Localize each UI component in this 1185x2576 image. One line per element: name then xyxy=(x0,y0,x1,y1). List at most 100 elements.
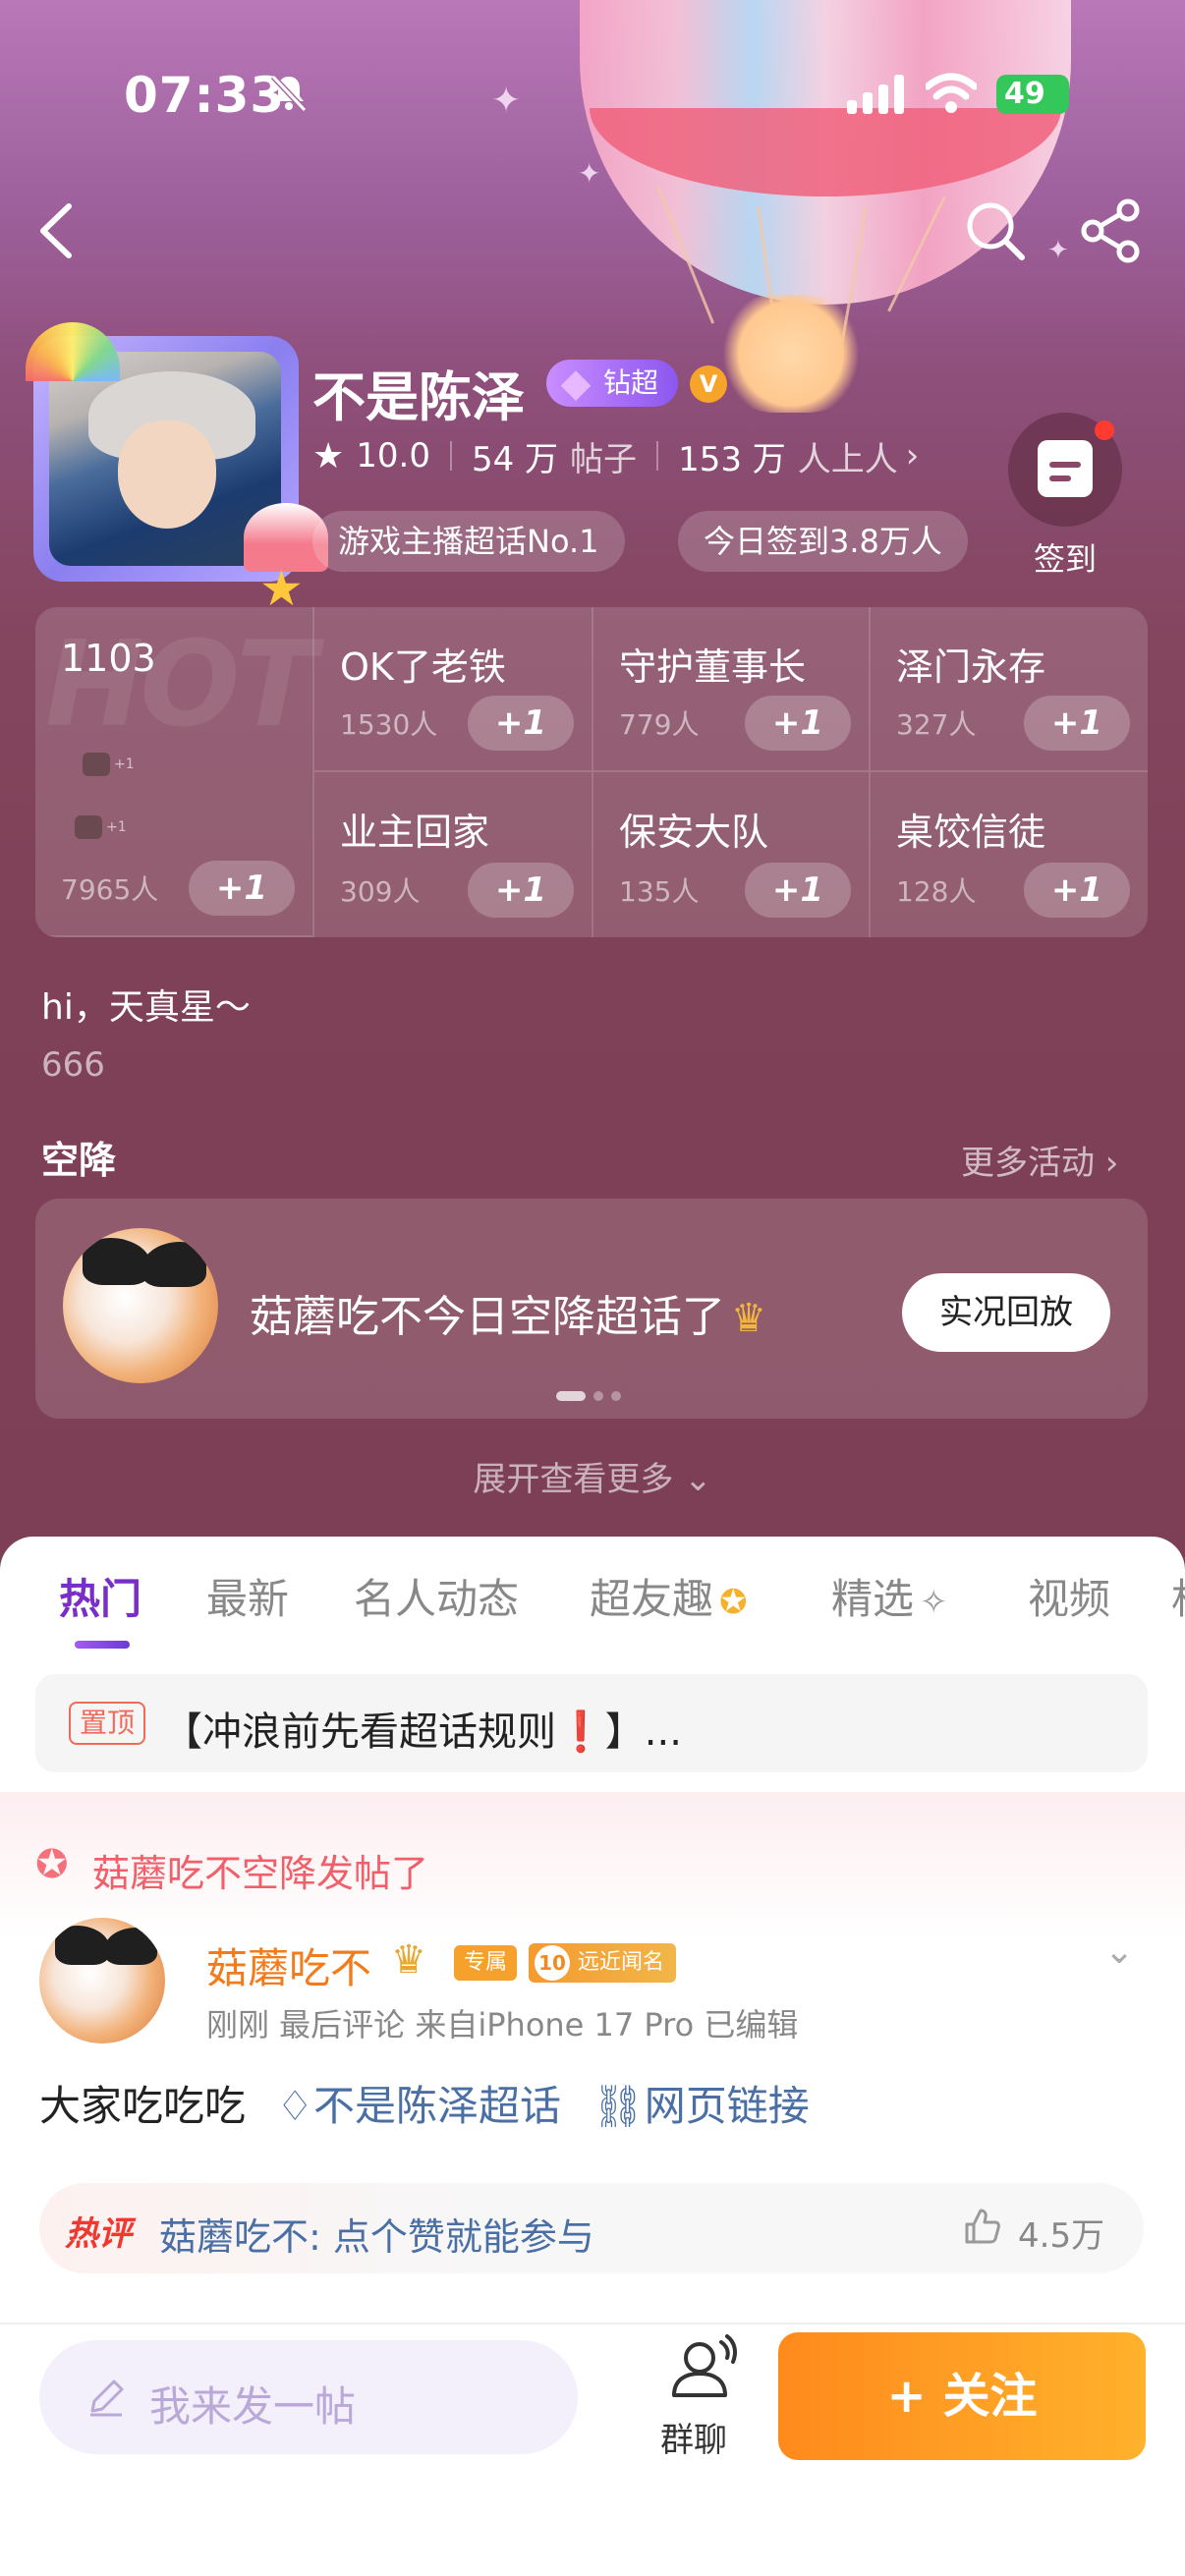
checkin-button[interactable] xyxy=(1008,413,1122,527)
group-count: 135人 xyxy=(619,875,700,908)
exclusive-badge: 专属 xyxy=(454,1945,517,1981)
people-unit[interactable]: 人上人 xyxy=(798,432,898,480)
group-card[interactable]: 保安大队 135人 +1 xyxy=(593,772,871,937)
join-plus-button[interactable]: +1 xyxy=(1024,863,1130,918)
airdrop-post-label: 菇蘑吃不空降发帖了 xyxy=(92,1852,429,1895)
compose-post-input[interactable]: 我来发一帖 xyxy=(39,2340,578,2454)
web-link-label: 网页链接 xyxy=(644,2082,810,2130)
tab-video[interactable]: 视频 xyxy=(1028,1566,1110,1626)
link-icon: ⛓ xyxy=(592,2082,645,2130)
calendar-icon xyxy=(1038,440,1093,497)
rating-value: 10.0 xyxy=(356,436,430,476)
star-cloud-decoration xyxy=(717,295,865,413)
active-tab-indicator xyxy=(75,1641,130,1649)
join-plus-button[interactable]: +1 xyxy=(468,863,574,918)
star-badge-icon: ✪ xyxy=(719,1583,748,1622)
group-name: OK了老铁 xyxy=(340,645,506,689)
group-card[interactable]: 桌饺信徒 128人 +1 xyxy=(871,772,1148,937)
clock: 07:33 xyxy=(124,67,286,124)
tab-more[interactable]: 相 xyxy=(1171,1566,1185,1626)
join-plus-button[interactable]: +1 xyxy=(745,696,851,751)
checkin-count-tag[interactable]: 今日签到3.8万人 xyxy=(678,511,968,572)
cellular-signal-icon xyxy=(847,75,904,114)
hot-comment[interactable]: 热评 菇蘑吃不: 点个赞就能参与 4.5万 xyxy=(39,2183,1144,2273)
topic-link[interactable]: ♢不是陈泽超话 xyxy=(276,2082,574,2130)
group-card[interactable]: OK了老铁 1530人 +1 xyxy=(314,607,593,772)
live-replay-button[interactable]: 实况回放 xyxy=(902,1273,1110,1352)
star-badge-icon: ✪ xyxy=(35,1842,69,1887)
diamond-outline-icon: ✧ xyxy=(920,1583,948,1622)
member-plus: +1 xyxy=(106,819,127,835)
group-card-main[interactable]: HOT 1103 +1 +1 7965人 +1 xyxy=(35,607,316,937)
thumbs-up-icon[interactable] xyxy=(963,2207,1002,2246)
group-card[interactable]: 业主回家 309人 +1 xyxy=(314,772,593,937)
follow-button[interactable]: + 关注 xyxy=(778,2332,1146,2460)
group-count: 327人 xyxy=(896,708,977,741)
diamond-super-badge[interactable]: ◆ 钻超 xyxy=(546,360,678,407)
tab-fun[interactable]: 超友趣 ✪ xyxy=(590,1566,748,1626)
notification-dot xyxy=(1095,420,1114,440)
group-card[interactable]: 守护董事长 779人 +1 xyxy=(593,607,871,772)
status-bar: 07:33 49 xyxy=(0,0,1185,187)
group-name: 保安大队 xyxy=(619,811,769,854)
feed-tabs: 热门 最新 名人动态 超友趣✪ 精选✧ 视频 相 xyxy=(0,1566,1185,1649)
group-name: 业主回家 xyxy=(340,811,490,854)
search-icon[interactable] xyxy=(961,196,1030,265)
crown-icon: ♛ xyxy=(731,1296,766,1341)
group-count: 1530人 xyxy=(340,708,438,741)
pinned-post[interactable]: 置顶 【冲浪前先看超话规则❗】... xyxy=(35,1674,1148,1772)
group-chat-label: 群聊 xyxy=(660,2421,727,2460)
checkin-label[interactable]: 签到 xyxy=(1008,534,1122,580)
back-button[interactable] xyxy=(29,196,88,265)
avatar[interactable] xyxy=(39,1918,165,2044)
group-name: 1103 xyxy=(61,637,156,680)
group-count: 128人 xyxy=(896,875,977,908)
post-text: 大家吃吃吃 xyxy=(39,2082,247,2130)
like-count: 4.5万 xyxy=(1018,2216,1105,2256)
fame-level: 10 xyxy=(535,1945,570,1981)
compose-placeholder: 我来发一帖 xyxy=(149,2382,357,2431)
tab-fun-label: 超友趣 xyxy=(590,1575,714,1623)
chevron-down-icon[interactable]: ⌄ xyxy=(1104,1932,1148,1975)
tab-latest[interactable]: 最新 xyxy=(206,1566,289,1626)
expand-more-button[interactable]: 展开查看更多 ⌄ xyxy=(0,1452,1185,1500)
divider xyxy=(0,2323,1185,2324)
topic-avatar[interactable]: ★ xyxy=(20,322,328,617)
rainbow-icon xyxy=(26,322,120,381)
posts-count: 54 万 xyxy=(471,439,559,479)
carousel-indicator xyxy=(556,1391,621,1401)
tab-celebrity[interactable]: 名人动态 xyxy=(354,1566,519,1626)
post-body: 大家吃吃吃 ♢不是陈泽超话 ⛓网页链接 xyxy=(39,2073,810,2133)
join-plus-button[interactable]: +1 xyxy=(189,861,295,916)
post-author-name[interactable]: 菇蘑吃不 xyxy=(206,1935,371,1995)
share-icon[interactable] xyxy=(1077,196,1146,265)
group-name: 桌饺信徒 xyxy=(896,811,1046,854)
fan-groups-grid: HOT 1103 +1 +1 7965人 +1 OK了老铁 1530人 +1 守… xyxy=(35,607,1148,937)
group-name: 泽门永存 xyxy=(896,645,1046,689)
join-plus-button[interactable]: +1 xyxy=(745,863,851,918)
join-plus-button[interactable]: +1 xyxy=(468,696,574,751)
people-count[interactable]: 153 万 xyxy=(678,432,786,480)
topic-link-label: 不是陈泽超话 xyxy=(313,2082,562,2130)
star-icon: ★ xyxy=(312,435,345,476)
topic-stats: ★ 10.0 54 万 帖子 153 万 人上人 › xyxy=(312,432,919,479)
web-link[interactable]: ⛓网页链接 xyxy=(592,2082,809,2130)
group-chat-button[interactable]: 群聊 xyxy=(652,2330,751,2468)
post-header: 菇蘑吃不 ♛ 专属 10 远近闻名 ⌄ 刚刚 最后评论 来自iPhone 17 … xyxy=(0,1918,1185,2085)
group-card[interactable]: 泽门永存 327人 +1 xyxy=(871,607,1148,772)
greeting-subtext: 666 xyxy=(41,1045,105,1085)
rank-tag[interactable]: 游戏主播超话No.1 xyxy=(312,511,625,572)
group-name: 守护董事长 xyxy=(619,645,807,689)
fame-badge: 10 远近闻名 xyxy=(529,1943,676,1983)
topic-header: ✦ ✦ ✦ 07:33 49 ★ 不是陈泽 ◆ 钻超 V ★ 10.0 54 万… xyxy=(0,0,1185,1572)
group-count: 779人 xyxy=(619,708,700,741)
airdrop-card[interactable]: 菇蘑吃不今日空降超话了 ♛ 实况回放 xyxy=(35,1199,1148,1419)
avatar xyxy=(63,1228,218,1383)
feed-sheet: 热门 最新 名人动态 超友趣✪ 精选✧ 视频 相 置顶 【冲浪前先看超话规则❗】… xyxy=(0,1537,1185,2576)
verified-badge: V xyxy=(690,365,727,403)
topic-title: 不是陈泽 xyxy=(312,366,525,428)
tab-hot[interactable]: 热门 xyxy=(59,1566,141,1626)
join-plus-button[interactable]: +1 xyxy=(1024,696,1130,751)
more-activities-link[interactable]: 更多活动 › xyxy=(961,1136,1118,1184)
tab-featured[interactable]: 精选 ✧ xyxy=(831,1566,948,1626)
